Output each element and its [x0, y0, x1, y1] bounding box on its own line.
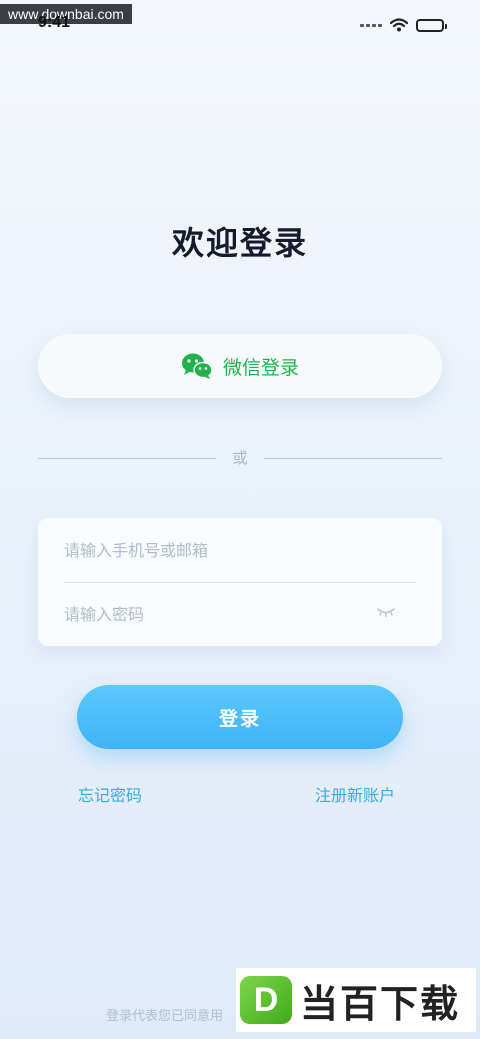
account-input[interactable] — [64, 530, 416, 570]
register-link[interactable]: 注册新账户 — [315, 782, 395, 806]
agreement-text: 登录代表您已同意用 — [106, 1009, 224, 1024]
status-icons — [360, 18, 447, 32]
login-button[interactable]: 登录 — [77, 685, 403, 749]
signal-icon — [360, 23, 382, 27]
wifi-icon — [390, 18, 408, 32]
watermark-text: 当百下载 — [300, 981, 461, 1026]
watermark-logo: D — [240, 976, 292, 1024]
password-input[interactable] — [64, 594, 364, 634]
status-time: 9:41 — [38, 14, 71, 31]
login-form — [38, 518, 442, 646]
wechat-icon — [181, 353, 213, 379]
or-divider: 或 — [38, 448, 442, 468]
wechat-login-label: 微信登录 — [222, 356, 299, 379]
wechat-login-button[interactable]: 微信登录 — [38, 334, 442, 398]
status-bar: 9:41 — [0, 0, 480, 44]
forgot-password-link[interactable]: 忘记密码 — [78, 782, 142, 806]
form-divider — [64, 582, 416, 583]
divider-line-right — [264, 458, 442, 459]
page-title: 欢迎登录 — [171, 224, 308, 262]
watermark-bottom: D 当百下载 — [236, 968, 476, 1032]
eye-closed-icon[interactable] — [376, 606, 396, 618]
battery-icon — [416, 18, 447, 32]
